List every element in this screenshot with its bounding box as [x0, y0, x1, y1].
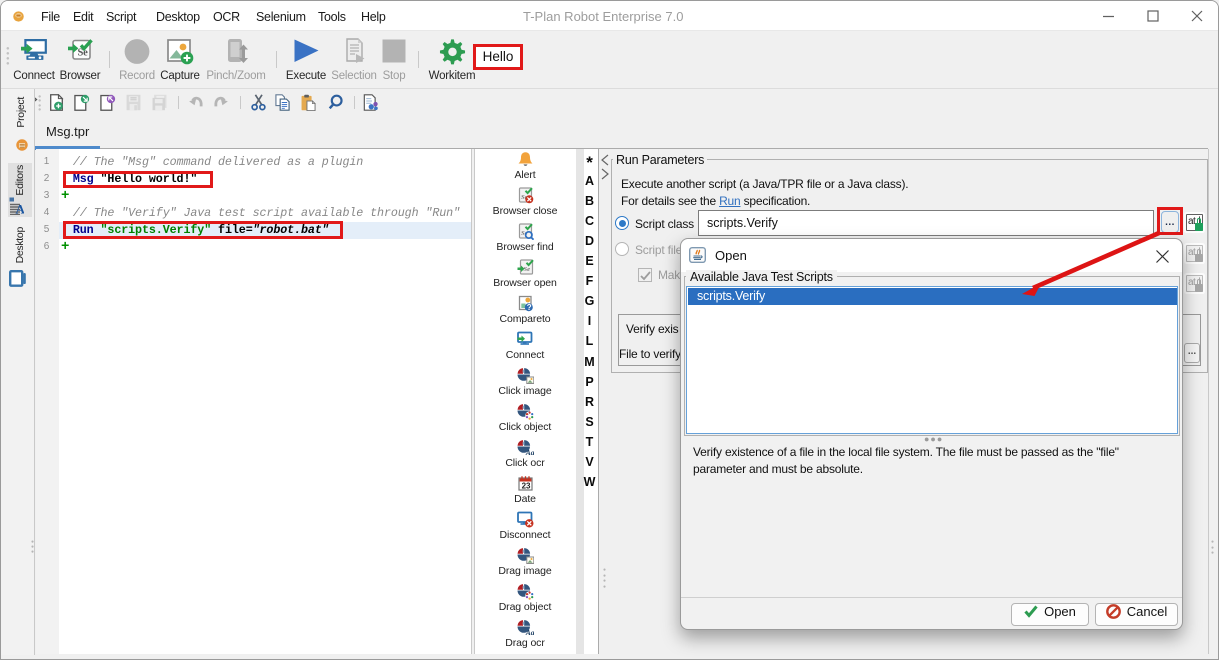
svg-text:Se: Se — [523, 266, 530, 273]
svg-text:Aa: Aa — [524, 628, 533, 636]
svg-text:23: 23 — [521, 481, 530, 490]
svg-text:Aa: Aa — [524, 448, 533, 456]
svg-text:A: A — [16, 202, 25, 216]
svg-text:?: ? — [526, 303, 531, 312]
